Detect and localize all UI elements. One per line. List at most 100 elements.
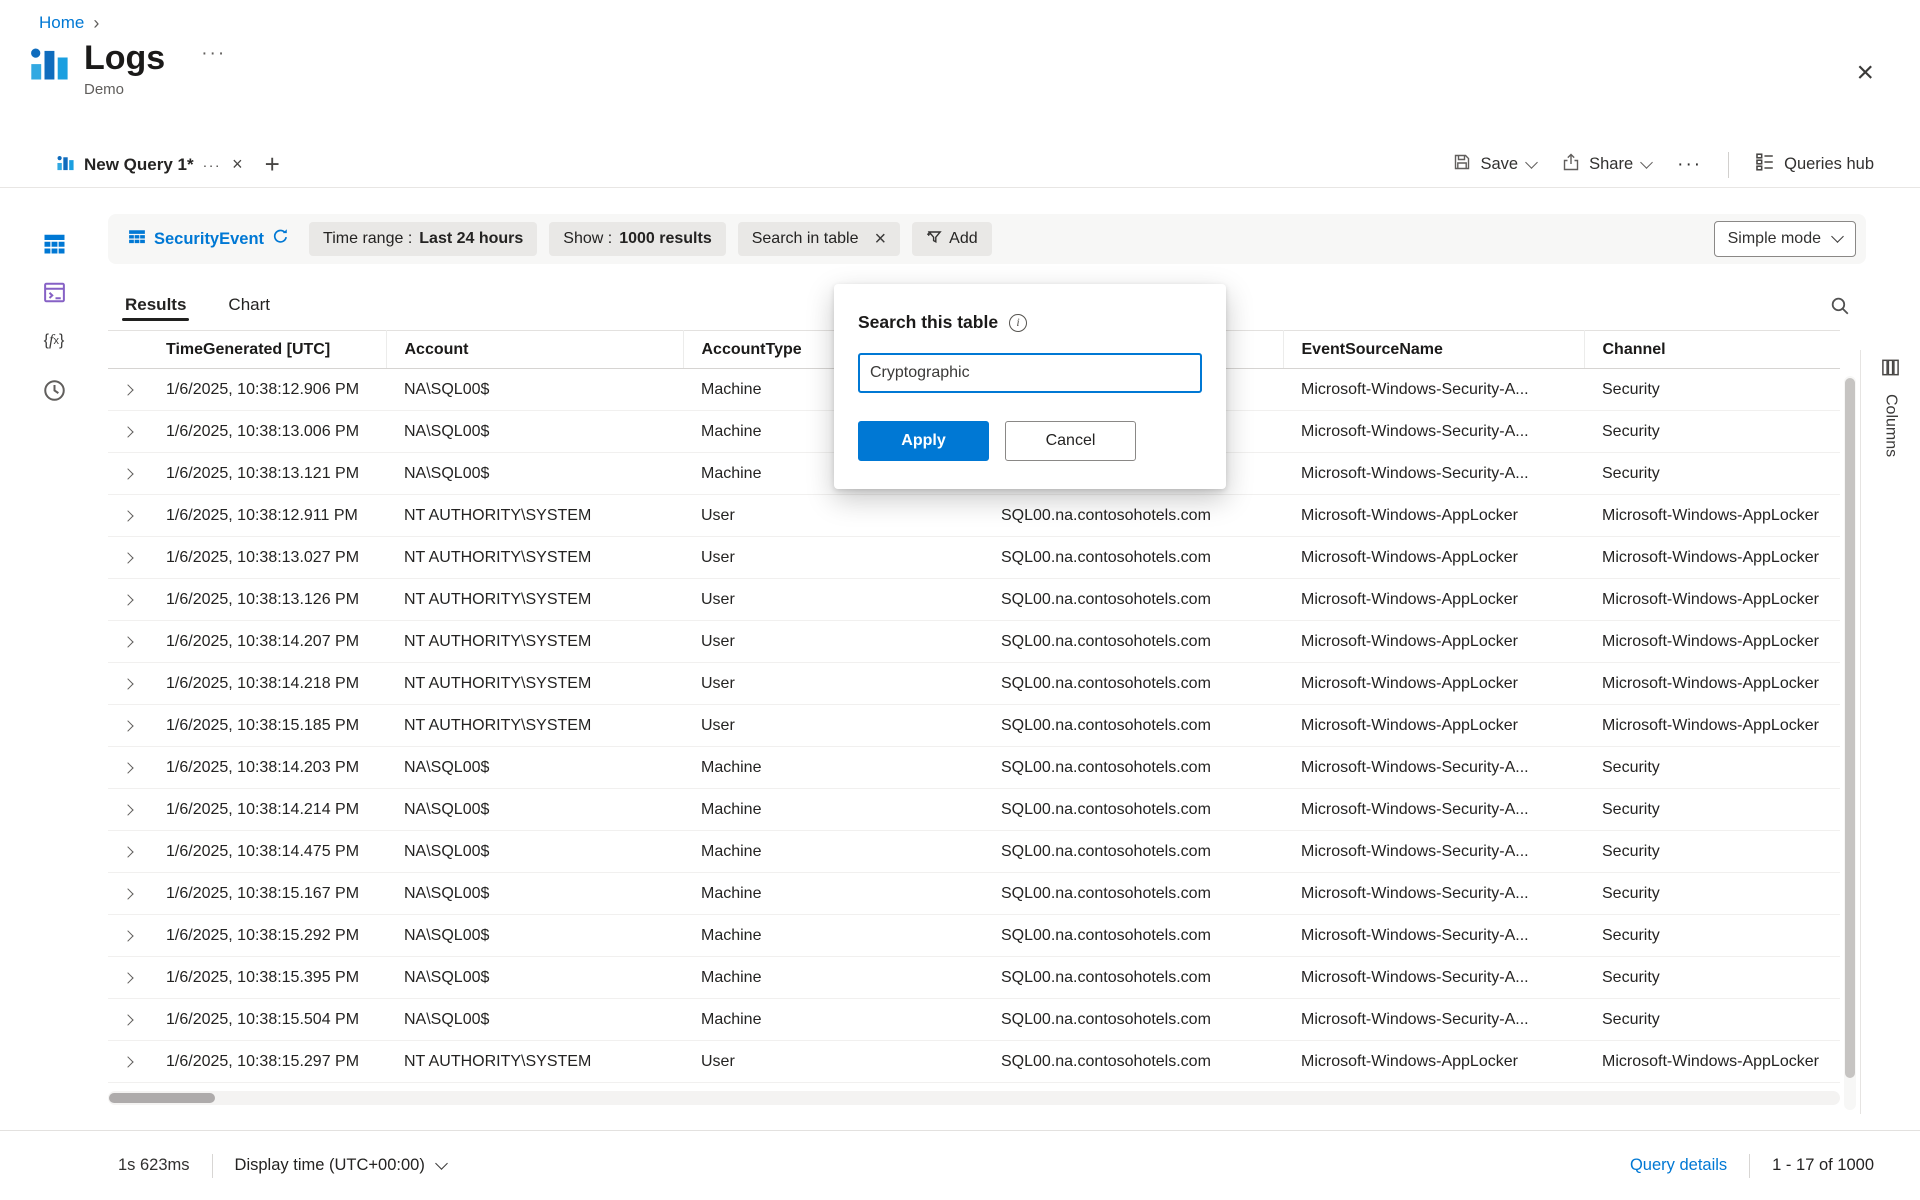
table-cell: Microsoft-Windows-AppLocker <box>1584 705 1840 747</box>
table-cell: SQL00.na.contosohotels.com <box>983 579 1283 621</box>
table-cell: Microsoft-Windows-Security-A... <box>1283 747 1584 789</box>
row-expand-chevron[interactable] <box>108 369 148 411</box>
table-cell: Microsoft-Windows-AppLocker <box>1283 663 1584 705</box>
table-cell: Microsoft-Windows-AppLocker <box>1584 495 1840 537</box>
toolbar-divider <box>1728 152 1729 178</box>
tab-chart[interactable]: Chart <box>225 295 273 330</box>
search-in-table-pill[interactable]: Search in table × <box>738 222 900 256</box>
table-cell: NA\SQL00$ <box>386 747 683 789</box>
breadcrumb-home-link[interactable]: Home <box>39 13 84 33</box>
row-expand-chevron[interactable] <box>108 873 148 915</box>
row-expand-chevron[interactable] <box>108 663 148 705</box>
sidebar-item-queries[interactable] <box>41 279 67 305</box>
table-cell: Microsoft-Windows-AppLocker <box>1584 663 1840 705</box>
queries-hub-icon <box>1755 152 1775 177</box>
toolbar-more-button[interactable]: ··· <box>1677 154 1702 176</box>
table-cell: Security <box>1584 747 1840 789</box>
table-cell: SQL00.na.contosohotels.com <box>983 705 1283 747</box>
save-icon <box>1453 153 1471 176</box>
tab-results[interactable]: Results <box>122 295 189 330</box>
vertical-scrollbar[interactable] <box>1844 376 1856 1110</box>
show-value: 1000 results <box>619 230 712 248</box>
search-icon[interactable] <box>1830 296 1850 330</box>
table-cell: Microsoft-Windows-Security-A... <box>1283 789 1584 831</box>
apply-button[interactable]: Apply <box>858 421 989 461</box>
table-cell: Security <box>1584 915 1840 957</box>
table-cell: Microsoft-Windows-Security-A... <box>1283 831 1584 873</box>
table-cell: Machine <box>683 999 983 1041</box>
table-cell: 1/6/2025, 10:38:14.218 PM <box>148 663 386 705</box>
table-cell: NA\SQL00$ <box>386 453 683 495</box>
row-expand-chevron[interactable] <box>108 789 148 831</box>
table-cell: 1/6/2025, 10:38:13.121 PM <box>148 453 386 495</box>
tab-more-button[interactable]: ··· <box>203 157 222 173</box>
sidebar-item-tables[interactable] <box>41 230 67 256</box>
table-scope-chip[interactable]: SecurityEvent <box>120 228 297 251</box>
table-row: 1/6/2025, 10:38:13.027 PMNT AUTHORITY\SY… <box>108 537 1840 579</box>
table-cell: SQL00.na.contosohotels.com <box>983 1041 1283 1083</box>
row-expand-chevron[interactable] <box>108 537 148 579</box>
table-cell: NT AUTHORITY\SYSTEM <box>386 1041 683 1083</box>
horizontal-scrollbar-thumb[interactable] <box>109 1093 215 1103</box>
table-row: 1/6/2025, 10:38:13.126 PMNT AUTHORITY\SY… <box>108 579 1840 621</box>
close-icon[interactable]: × <box>1856 58 1874 88</box>
row-expand-chevron[interactable] <box>108 747 148 789</box>
row-expand-chevron[interactable] <box>108 1041 148 1083</box>
row-expand-chevron[interactable] <box>108 621 148 663</box>
show-results-pill[interactable]: Show : 1000 results <box>549 222 725 256</box>
filter-add-icon <box>926 229 942 250</box>
sidebar-item-query-history[interactable] <box>41 377 67 403</box>
horizontal-scrollbar[interactable] <box>108 1091 1840 1105</box>
table-cell: Microsoft-Windows-AppLocker <box>1283 1041 1584 1083</box>
query-details-link[interactable]: Query details <box>1630 1156 1727 1175</box>
row-expand-chevron[interactable] <box>108 579 148 621</box>
table-cell: SQL00.na.contosohotels.com <box>983 621 1283 663</box>
column-header-account[interactable]: Account <box>386 331 683 369</box>
row-expand-chevron[interactable] <box>108 453 148 495</box>
table-cell: Microsoft-Windows-Security-A... <box>1283 957 1584 999</box>
table-cell: Security <box>1584 999 1840 1041</box>
columns-panel-toggle[interactable]: Columns <box>1860 350 1920 1114</box>
refresh-icon[interactable] <box>272 228 289 250</box>
row-expand-chevron[interactable] <box>108 831 148 873</box>
column-header-timegenerated[interactable]: TimeGenerated [UTC] <box>148 331 386 369</box>
query-bar: SecurityEvent Time range : Last 24 hours… <box>108 214 1866 264</box>
display-time-select[interactable]: Display time (UTC+00:00) <box>235 1156 446 1175</box>
queries-hub-button[interactable]: Queries hub <box>1755 152 1874 177</box>
table-cell: Security <box>1584 873 1840 915</box>
cancel-button[interactable]: Cancel <box>1005 421 1136 461</box>
tab-new-query-1[interactable]: New Query 1* ··· × <box>56 142 243 187</box>
add-filter-pill[interactable]: Add <box>912 222 991 256</box>
chevron-right-icon: › <box>93 13 99 34</box>
row-expand-chevron[interactable] <box>108 705 148 747</box>
row-expand-chevron[interactable] <box>108 999 148 1041</box>
sidebar-item-functions[interactable]: {fx} <box>41 328 67 354</box>
table-cell: SQL00.na.contosohotels.com <box>983 747 1283 789</box>
row-expand-chevron[interactable] <box>108 915 148 957</box>
table-cell: NA\SQL00$ <box>386 789 683 831</box>
row-expand-chevron[interactable] <box>108 495 148 537</box>
vertical-scrollbar-thumb[interactable] <box>1845 378 1855 1078</box>
share-button[interactable]: Share <box>1562 153 1651 176</box>
row-expand-chevron[interactable] <box>108 957 148 999</box>
table-cell: 1/6/2025, 10:38:14.203 PM <box>148 747 386 789</box>
table-cell: SQL00.na.contosohotels.com <box>983 957 1283 999</box>
info-icon[interactable]: i <box>1009 314 1027 332</box>
tab-close-icon[interactable]: × <box>232 154 243 175</box>
new-tab-button[interactable]: + <box>265 149 280 180</box>
row-expand-chevron[interactable] <box>108 411 148 453</box>
column-header-eventsourcename[interactable]: EventSourceName <box>1283 331 1584 369</box>
column-header-channel[interactable]: Channel <box>1584 331 1840 369</box>
chevron-down-icon <box>1640 156 1653 169</box>
search-table-input[interactable] <box>858 353 1202 393</box>
mode-select[interactable]: Simple mode <box>1714 221 1856 257</box>
queries-hub-label: Queries hub <box>1784 155 1874 174</box>
table-cell: SQL00.na.contosohotels.com <box>983 831 1283 873</box>
table-cell: Machine <box>683 915 983 957</box>
search-in-table-label: Search in table <box>752 230 859 248</box>
remove-filter-icon[interactable]: × <box>874 229 886 249</box>
time-range-pill[interactable]: Time range : Last 24 hours <box>309 222 537 256</box>
save-button[interactable]: Save <box>1453 153 1536 176</box>
table-cell: NT AUTHORITY\SYSTEM <box>386 537 683 579</box>
title-more-button[interactable]: ··· <box>201 43 226 65</box>
